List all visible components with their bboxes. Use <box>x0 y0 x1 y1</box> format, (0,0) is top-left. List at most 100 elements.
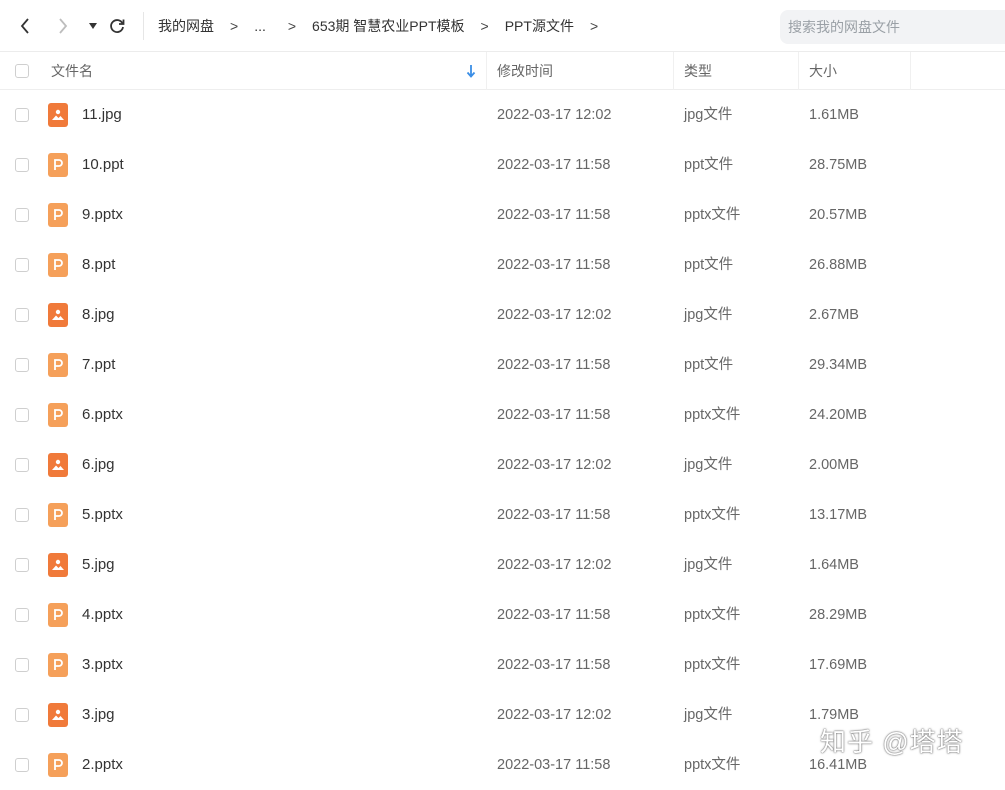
file-size: 17.69MB <box>809 657 868 673</box>
file-size: 13.17MB <box>809 507 868 523</box>
row-checkbox[interactable] <box>15 158 29 172</box>
file-modified-time: 2022-03-17 12:02 <box>497 457 612 473</box>
refresh-button[interactable] <box>106 14 128 38</box>
row-checkbox[interactable] <box>15 508 29 522</box>
select-all-checkbox[interactable] <box>15 64 29 78</box>
column-header-size[interactable]: 大小 <box>809 52 837 90</box>
file-type: pptx文件 <box>684 657 741 673</box>
file-name[interactable]: 2.pptx <box>82 740 123 790</box>
file-name[interactable]: 3.jpg <box>82 690 115 740</box>
watermark-text: 知乎 @塔塔 <box>820 727 964 757</box>
file-name[interactable]: 6.pptx <box>82 390 123 440</box>
file-size: 29.34MB <box>809 357 868 373</box>
row-checkbox[interactable] <box>15 108 29 122</box>
column-header-modified[interactable]: 修改时间 <box>497 52 553 90</box>
row-checkbox[interactable] <box>15 608 29 622</box>
row-checkbox[interactable] <box>15 658 29 672</box>
file-name[interactable]: 10.ppt <box>82 140 124 190</box>
row-checkbox[interactable] <box>15 458 29 472</box>
file-type: pptx文件 <box>684 407 741 423</box>
ppt-file-icon <box>48 753 68 777</box>
file-size: 24.20MB <box>809 407 868 423</box>
file-name[interactable]: 7.ppt <box>82 340 115 390</box>
file-row[interactable]: 9.pptx 2022-03-17 11:58 pptx文件 20.57MB <box>0 190 1005 240</box>
file-row[interactable]: 5.jpg 2022-03-17 12:02 jpg文件 1.64MB <box>0 540 1005 590</box>
file-modified-time: 2022-03-17 11:58 <box>497 607 611 623</box>
ppt-file-icon <box>48 203 68 227</box>
file-type: jpg文件 <box>684 307 733 323</box>
file-modified-time: 2022-03-17 12:02 <box>497 557 612 573</box>
search-input[interactable] <box>780 10 1005 44</box>
breadcrumb-item-ellipsis[interactable]: ... <box>254 18 266 34</box>
file-row[interactable]: 11.jpg 2022-03-17 12:02 jpg文件 1.61MB <box>0 90 1005 140</box>
breadcrumb-item-current[interactable]: PPT源文件 <box>505 16 574 36</box>
file-size: 28.75MB <box>809 157 868 173</box>
forward-button[interactable] <box>52 14 74 38</box>
file-type: pptx文件 <box>684 507 741 523</box>
breadcrumb-item-root[interactable]: 我的网盘 <box>158 16 214 36</box>
file-type: pptx文件 <box>684 207 741 223</box>
file-row[interactable]: 8.jpg 2022-03-17 12:02 jpg文件 2.67MB <box>0 290 1005 340</box>
file-modified-time: 2022-03-17 11:58 <box>497 757 611 773</box>
file-size: 2.67MB <box>809 307 859 323</box>
breadcrumb-separator: > <box>480 18 489 34</box>
toolbar-divider <box>143 12 144 40</box>
row-checkbox[interactable] <box>15 358 29 372</box>
file-type: pptx文件 <box>684 757 741 773</box>
ppt-file-icon <box>48 603 68 627</box>
file-size: 20.57MB <box>809 207 868 223</box>
file-name[interactable]: 5.jpg <box>82 540 115 590</box>
file-row[interactable]: 3.pptx 2022-03-17 11:58 pptx文件 17.69MB <box>0 640 1005 690</box>
breadcrumb-separator: > <box>230 18 239 34</box>
row-checkbox[interactable] <box>15 208 29 222</box>
breadcrumb-separator: > <box>287 18 297 34</box>
caret-down-icon <box>89 23 97 29</box>
breadcrumb: 我的网盘 > ... > 653期 智慧农业PPT模板 > PPT源文件 > <box>158 0 614 52</box>
row-checkbox[interactable] <box>15 258 29 272</box>
row-checkbox[interactable] <box>15 708 29 722</box>
file-row[interactable]: 4.pptx 2022-03-17 11:58 pptx文件 28.29MB <box>0 590 1005 640</box>
image-file-icon <box>48 103 68 127</box>
back-button[interactable] <box>14 14 36 38</box>
column-header-name[interactable]: 文件名 <box>51 52 93 90</box>
file-modified-time: 2022-03-17 11:58 <box>497 257 611 273</box>
file-name[interactable]: 6.jpg <box>82 440 115 490</box>
file-row[interactable]: 6.pptx 2022-03-17 11:58 pptx文件 24.20MB <box>0 390 1005 440</box>
file-name[interactable]: 5.pptx <box>82 490 123 540</box>
file-row[interactable]: 5.pptx 2022-03-17 11:58 pptx文件 13.17MB <box>0 490 1005 540</box>
file-type: jpg文件 <box>684 707 733 723</box>
image-file-icon <box>48 303 68 327</box>
image-file-icon <box>48 453 68 477</box>
file-name[interactable]: 8.jpg <box>82 290 115 340</box>
file-modified-time: 2022-03-17 12:02 <box>497 707 612 723</box>
file-name[interactable]: 9.pptx <box>82 190 123 240</box>
file-modified-time: 2022-03-17 11:58 <box>497 357 611 373</box>
row-checkbox[interactable] <box>15 758 29 772</box>
file-list-header: 文件名 修改时间 类型 大小 <box>0 52 1005 90</box>
file-row[interactable]: 6.jpg 2022-03-17 12:02 jpg文件 2.00MB <box>0 440 1005 490</box>
file-row[interactable]: 8.ppt 2022-03-17 11:58 ppt文件 26.88MB <box>0 240 1005 290</box>
ppt-file-icon <box>48 653 68 677</box>
file-type: ppt文件 <box>684 357 734 373</box>
image-file-icon <box>48 703 68 727</box>
file-name[interactable]: 11.jpg <box>82 90 122 140</box>
file-name[interactable]: 8.ppt <box>82 240 115 290</box>
file-row[interactable]: 10.ppt 2022-03-17 11:58 ppt文件 28.75MB <box>0 140 1005 190</box>
ppt-file-icon <box>48 353 68 377</box>
breadcrumb-item-project[interactable]: 653期 智慧农业PPT模板 <box>312 16 464 36</box>
chevron-left-icon <box>20 18 29 34</box>
image-file-icon <box>48 553 68 577</box>
file-modified-time: 2022-03-17 11:58 <box>497 207 611 223</box>
file-size: 26.88MB <box>809 257 868 273</box>
file-type: jpg文件 <box>684 107 733 123</box>
row-checkbox[interactable] <box>15 408 29 422</box>
file-name[interactable]: 4.pptx <box>82 590 123 640</box>
row-checkbox[interactable] <box>15 308 29 322</box>
column-header-type[interactable]: 类型 <box>684 52 712 90</box>
sort-arrow-icon[interactable] <box>466 64 476 81</box>
history-dropdown-button[interactable] <box>82 14 104 38</box>
column-divider <box>486 52 487 90</box>
row-checkbox[interactable] <box>15 558 29 572</box>
file-row[interactable]: 7.ppt 2022-03-17 11:58 ppt文件 29.34MB <box>0 340 1005 390</box>
file-name[interactable]: 3.pptx <box>82 640 123 690</box>
